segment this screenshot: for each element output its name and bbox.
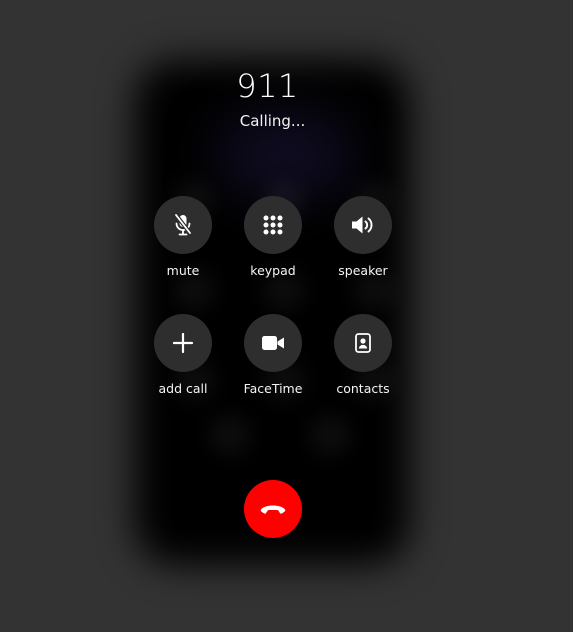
contacts-control: contacts [318, 314, 408, 397]
mute-control: mute [138, 196, 228, 279]
mute-label: mute [166, 263, 200, 278]
mic-off-icon [172, 213, 194, 237]
facetime-control: FaceTime [228, 314, 318, 397]
facetime-label: FaceTime [243, 381, 303, 396]
keypad-button[interactable] [244, 196, 302, 254]
contacts-label: contacts [336, 381, 390, 396]
mute-button[interactable] [154, 196, 212, 254]
add-call-button[interactable] [154, 314, 212, 372]
end-call-button[interactable] [244, 480, 302, 538]
contact-card-icon [355, 333, 371, 353]
facetime-button[interactable] [244, 314, 302, 372]
add-call-control: add call [138, 314, 228, 397]
call-status: Calling... [239, 112, 306, 130]
speaker-control: speaker [318, 196, 408, 279]
add-call-label: add call [158, 381, 208, 396]
speaker-icon [350, 214, 376, 236]
speaker-button[interactable] [334, 196, 392, 254]
plus-icon [173, 333, 193, 353]
speaker-label: speaker [338, 263, 388, 278]
keypad-icon [262, 214, 284, 236]
video-camera-icon [261, 334, 285, 352]
call-screen: 911 Calling... mute keypad speaker add c… [0, 0, 573, 632]
phone-hangup-icon [260, 500, 286, 519]
call-number: 911 [236, 67, 299, 105]
contacts-button[interactable] [334, 314, 392, 372]
keypad-control: keypad [228, 196, 318, 279]
keypad-label: keypad [250, 263, 296, 278]
